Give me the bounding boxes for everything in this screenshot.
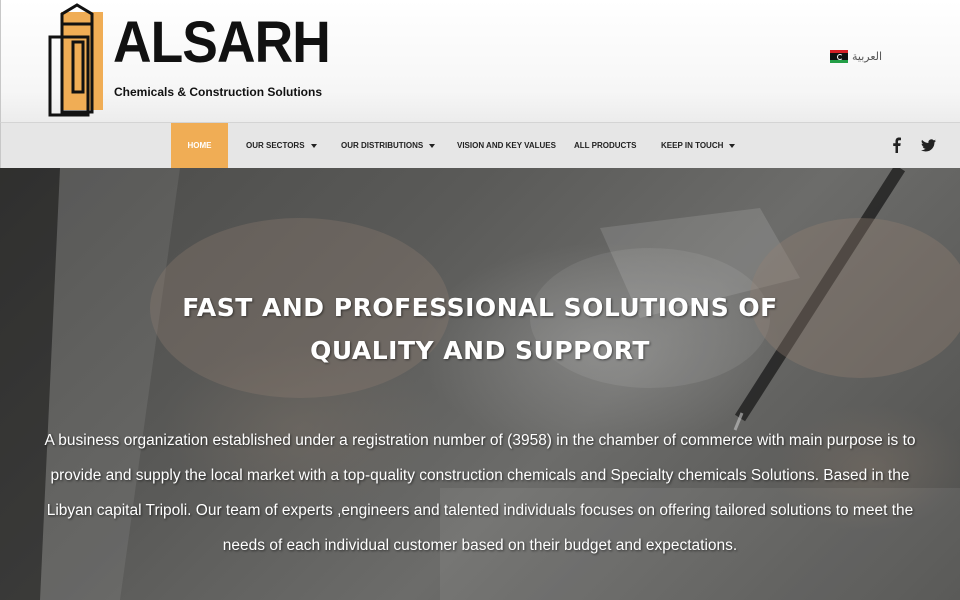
nav-label: HOME — [187, 141, 212, 150]
hero-description: A business organization established unde… — [44, 432, 916, 554]
nav-item-keep-in-touch[interactable]: KEEP IN TOUCH — [661, 123, 736, 168]
brand-tagline: Chemicals & Construction Solutions — [114, 85, 323, 99]
nav-item-home[interactable]: HOME — [171, 123, 228, 168]
nav-item-vision[interactable]: VISION AND KEY VALUES — [457, 123, 556, 168]
site-header: ALSARH Chemicals & Construction Solution… — [0, 0, 960, 122]
main-nav: HOME OUR SECTORS OUR DISTRIBUTIONS VISIO… — [0, 122, 960, 168]
logo-mark-icon — [48, 3, 103, 117]
caret-down-icon — [429, 143, 436, 148]
libya-flag-icon — [830, 50, 848, 63]
language-switch[interactable]: العربية — [830, 50, 882, 63]
nav-item-our-sectors[interactable]: OUR SECTORS — [246, 123, 317, 168]
twitter-icon[interactable] — [919, 136, 937, 154]
nav-item-all-products[interactable]: ALL PRODUCTS — [574, 123, 637, 168]
nav-label: KEEP IN TOUCH — [661, 141, 724, 150]
hero-section: FAST AND PROFESSIONAL SOLUTIONS OF QUALI… — [0, 168, 960, 600]
nav-label: ALL PRODUCTS — [574, 141, 637, 150]
logo[interactable]: ALSARH Chemicals & Construction Solution… — [47, 2, 331, 120]
nav-label: VISION AND KEY VALUES — [457, 141, 556, 150]
nav-label: OUR DISTRIBUTIONS — [341, 141, 424, 150]
caret-down-icon — [310, 143, 317, 148]
caret-down-icon — [729, 143, 736, 148]
language-label: العربية — [852, 50, 883, 63]
facebook-icon[interactable] — [888, 136, 904, 154]
nav-item-our-distributions[interactable]: OUR DISTRIBUTIONS — [341, 123, 436, 168]
hero-title: FAST AND PROFESSIONAL SOLUTIONS OF QUALI… — [182, 293, 778, 365]
brand-name: ALSARH — [113, 10, 331, 75]
nav-label: OUR SECTORS — [246, 141, 305, 150]
